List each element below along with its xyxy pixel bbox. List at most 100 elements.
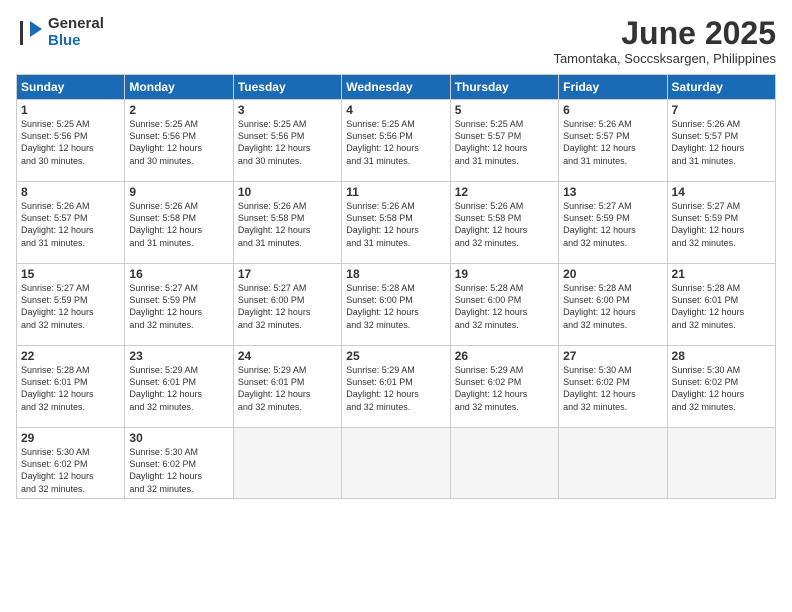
day-info: Sunrise: 5:27 AMSunset: 5:59 PMDaylight:… xyxy=(563,201,636,247)
day-number: 4 xyxy=(346,103,445,117)
calendar-header-row: Sunday Monday Tuesday Wednesday Thursday… xyxy=(17,75,776,100)
table-row: 1 Sunrise: 5:25 AMSunset: 5:56 PMDaylight… xyxy=(17,100,125,182)
day-number: 6 xyxy=(563,103,662,117)
day-info: Sunrise: 5:25 AMSunset: 5:57 PMDaylight:… xyxy=(455,119,528,165)
day-info: Sunrise: 5:28 AMSunset: 6:01 PMDaylight:… xyxy=(21,365,94,411)
logo-blue: Blue xyxy=(48,33,104,50)
day-info: Sunrise: 5:27 AMSunset: 5:59 PMDaylight:… xyxy=(21,283,94,329)
day-info: Sunrise: 5:28 AMSunset: 6:00 PMDaylight:… xyxy=(455,283,528,329)
day-info: Sunrise: 5:27 AMSunset: 5:59 PMDaylight:… xyxy=(129,283,202,329)
table-row: 13 Sunrise: 5:27 AMSunset: 5:59 PMDayligh… xyxy=(559,182,667,264)
day-number: 11 xyxy=(346,185,445,199)
day-info: Sunrise: 5:28 AMSunset: 6:00 PMDaylight:… xyxy=(563,283,636,329)
day-number: 17 xyxy=(238,267,337,281)
table-row: 7 Sunrise: 5:26 AMSunset: 5:57 PMDaylight… xyxy=(667,100,775,182)
table-row: 5 Sunrise: 5:25 AMSunset: 5:57 PMDaylight… xyxy=(450,100,558,182)
day-number: 3 xyxy=(238,103,337,117)
day-info: Sunrise: 5:27 AMSunset: 5:59 PMDaylight:… xyxy=(672,201,745,247)
day-number: 28 xyxy=(672,349,771,363)
day-info: Sunrise: 5:28 AMSunset: 6:00 PMDaylight:… xyxy=(346,283,419,329)
day-number: 27 xyxy=(563,349,662,363)
day-info: Sunrise: 5:29 AMSunset: 6:01 PMDaylight:… xyxy=(129,365,202,411)
day-number: 1 xyxy=(21,103,120,117)
col-saturday: Saturday xyxy=(667,75,775,100)
table-row: 9Sunrise: 5:26 AMSunset: 5:58 PMDaylight… xyxy=(125,182,233,264)
day-info: Sunrise: 5:26 AMSunset: 5:57 PMDaylight:… xyxy=(563,119,636,165)
table-row xyxy=(233,428,341,499)
logo: General Blue xyxy=(16,16,104,49)
table-row: 27 Sunrise: 5:30 AMSunset: 6:02 PMDayligh… xyxy=(559,346,667,428)
day-info: Sunrise: 5:26 AMSunset: 5:57 PMDaylight:… xyxy=(21,201,94,247)
day-number: 20 xyxy=(563,267,662,281)
day-number: 19 xyxy=(455,267,554,281)
day-number: 26 xyxy=(455,349,554,363)
day-number: 12 xyxy=(455,185,554,199)
col-tuesday: Tuesday xyxy=(233,75,341,100)
table-row: 26Sunrise: 5:29 AMSunset: 6:02 PMDayligh… xyxy=(450,346,558,428)
day-number: 5 xyxy=(455,103,554,117)
calendar-table: Sunday Monday Tuesday Wednesday Thursday… xyxy=(16,74,776,499)
day-info: Sunrise: 5:25 AMSunset: 5:56 PMDaylight:… xyxy=(129,119,202,165)
table-row: 25Sunrise: 5:29 AMSunset: 6:01 PMDayligh… xyxy=(342,346,450,428)
title-block: June 2025 Tamontaka, Soccsksargen, Phili… xyxy=(553,16,776,66)
day-info: Sunrise: 5:25 AMSunset: 5:56 PMDaylight:… xyxy=(346,119,419,165)
table-row: 17 Sunrise: 5:27 AMSunset: 6:00 PMDayligh… xyxy=(233,264,341,346)
table-row: 28 Sunrise: 5:30 AMSunset: 6:02 PMDayligh… xyxy=(667,346,775,428)
table-row: 8 Sunrise: 5:26 AMSunset: 5:57 PMDaylight… xyxy=(17,182,125,264)
day-info: Sunrise: 5:25 AMSunset: 5:56 PMDaylight:… xyxy=(238,119,311,165)
day-info: Sunrise: 5:26 AMSunset: 5:58 PMDaylight:… xyxy=(455,201,528,247)
table-row: 14Sunrise: 5:27 AMSunset: 5:59 PMDayligh… xyxy=(667,182,775,264)
table-row xyxy=(450,428,558,499)
day-number: 24 xyxy=(238,349,337,363)
day-info: Sunrise: 5:27 AMSunset: 6:00 PMDaylight:… xyxy=(238,283,311,329)
table-row: 15Sunrise: 5:27 AMSunset: 5:59 PMDayligh… xyxy=(17,264,125,346)
logo-text: General Blue xyxy=(48,16,104,49)
col-monday: Monday xyxy=(125,75,233,100)
day-info: Sunrise: 5:25 AMSunset: 5:56 PMDaylight:… xyxy=(21,119,94,165)
table-row: 18 Sunrise: 5:28 AMSunset: 6:00 PMDayligh… xyxy=(342,264,450,346)
table-row: 22 Sunrise: 5:28 AMSunset: 6:01 PMDayligh… xyxy=(17,346,125,428)
table-row: 29Sunrise: 5:30 AMSunset: 6:02 PMDayligh… xyxy=(17,428,125,499)
day-info: Sunrise: 5:26 AMSunset: 5:57 PMDaylight:… xyxy=(672,119,745,165)
day-number: 22 xyxy=(21,349,120,363)
table-row: 3 Sunrise: 5:25 AMSunset: 5:56 PMDaylight… xyxy=(233,100,341,182)
day-info: Sunrise: 5:26 AMSunset: 5:58 PMDaylight:… xyxy=(129,201,202,247)
day-number: 10 xyxy=(238,185,337,199)
day-info: Sunrise: 5:30 AMSunset: 6:02 PMDaylight:… xyxy=(563,365,636,411)
day-number: 16 xyxy=(129,267,228,281)
day-number: 2 xyxy=(129,103,228,117)
day-number: 7 xyxy=(672,103,771,117)
table-row: 4 Sunrise: 5:25 AMSunset: 5:56 PMDaylight… xyxy=(342,100,450,182)
day-info: Sunrise: 5:30 AMSunset: 6:02 PMDaylight:… xyxy=(21,447,94,493)
day-number: 30 xyxy=(129,431,228,445)
table-row: 24 Sunrise: 5:29 AMSunset: 6:01 PMDayligh… xyxy=(233,346,341,428)
table-row: 20 Sunrise: 5:28 AMSunset: 6:00 PMDayligh… xyxy=(559,264,667,346)
table-row: 21 Sunrise: 5:28 AMSunset: 6:01 PMDayligh… xyxy=(667,264,775,346)
header: General Blue June 2025 Tamontaka, Soccsk… xyxy=(16,16,776,66)
logo-icon xyxy=(16,19,44,47)
month-title: June 2025 xyxy=(553,16,776,51)
table-row: 11Sunrise: 5:26 AMSunset: 5:58 PMDayligh… xyxy=(342,182,450,264)
col-sunday: Sunday xyxy=(17,75,125,100)
table-row: 2 Sunrise: 5:25 AMSunset: 5:56 PMDaylight… xyxy=(125,100,233,182)
table-row xyxy=(559,428,667,499)
location: Tamontaka, Soccsksargen, Philippines xyxy=(553,51,776,66)
table-row: 6 Sunrise: 5:26 AMSunset: 5:57 PMDaylight… xyxy=(559,100,667,182)
logo-general: General xyxy=(48,16,104,33)
day-info: Sunrise: 5:29 AMSunset: 6:01 PMDaylight:… xyxy=(238,365,311,411)
col-thursday: Thursday xyxy=(450,75,558,100)
table-row: 23Sunrise: 5:29 AMSunset: 6:01 PMDayligh… xyxy=(125,346,233,428)
table-row: 30Sunrise: 5:30 AMSunset: 6:02 PMDayligh… xyxy=(125,428,233,499)
day-info: Sunrise: 5:30 AMSunset: 6:02 PMDaylight:… xyxy=(672,365,745,411)
table-row: 19 Sunrise: 5:28 AMSunset: 6:00 PMDayligh… xyxy=(450,264,558,346)
col-friday: Friday xyxy=(559,75,667,100)
day-number: 21 xyxy=(672,267,771,281)
day-number: 13 xyxy=(563,185,662,199)
day-info: Sunrise: 5:29 AMSunset: 6:01 PMDaylight:… xyxy=(346,365,419,411)
day-info: Sunrise: 5:28 AMSunset: 6:01 PMDaylight:… xyxy=(672,283,745,329)
day-number: 8 xyxy=(21,185,120,199)
table-row: 12 Sunrise: 5:26 AMSunset: 5:58 PMDayligh… xyxy=(450,182,558,264)
col-wednesday: Wednesday xyxy=(342,75,450,100)
table-row xyxy=(667,428,775,499)
day-number: 18 xyxy=(346,267,445,281)
